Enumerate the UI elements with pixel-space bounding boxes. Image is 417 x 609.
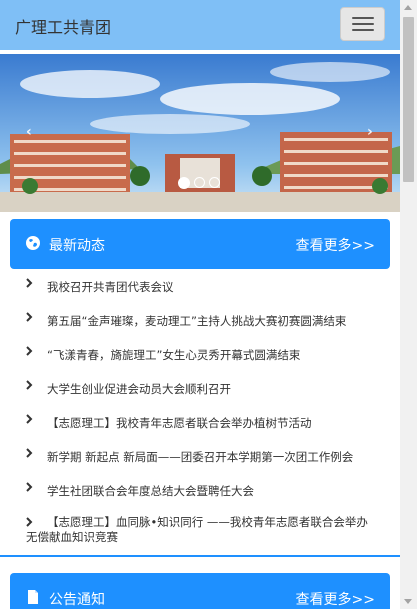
list-item[interactable]: 我校召开共青团代表会议 xyxy=(0,269,400,303)
site-brand[interactable]: 广理工共青团 xyxy=(15,14,111,38)
list-item[interactable]: 大学生创业促进会动员大会顺利召开 xyxy=(0,371,400,405)
news-item-title: 【志愿理工】血同脉•知识同行 ——我校青年志愿者联合会举办无偿献血知识竞赛 xyxy=(26,515,368,544)
news-item-title: “飞漾青春，旖旎理工”女生心灵秀开幕式圆满结束 xyxy=(47,348,301,362)
document-icon xyxy=(25,589,41,605)
news-item-title: 新学期 新起点 新局面——团委召开本学期第一次团工作例会 xyxy=(47,450,354,464)
carousel-indicators xyxy=(178,177,220,189)
notice-more-link[interactable]: 查看更多>> xyxy=(296,589,375,609)
news-item-title: 我校召开共青团代表会议 xyxy=(47,280,174,294)
chevron-right-icon xyxy=(26,380,33,390)
carousel-indicator-1[interactable] xyxy=(178,177,190,189)
list-item[interactable]: “飞漾青春，旖旎理工”女生心灵秀开幕式圆满结束 xyxy=(0,337,400,371)
news-panel-title: 最新动态 xyxy=(49,238,105,254)
list-item[interactable]: 新学期 新起点 新局面——团委召开本学期第一次团工作例会 xyxy=(0,439,400,473)
section-divider xyxy=(0,555,400,557)
chevron-right-icon xyxy=(26,346,33,356)
scrollbar[interactable] xyxy=(400,0,417,609)
chevron-right-icon xyxy=(26,414,33,424)
notice-panel-header: 公告通知 查看更多>> xyxy=(10,573,390,609)
nav-toggle-button[interactable] xyxy=(340,7,385,41)
news-item-title: 学生社团联合会年度总结大会暨聘任大会 xyxy=(47,484,254,498)
chevron-right-icon xyxy=(26,448,33,458)
notice-panel-title: 公告通知 xyxy=(49,592,105,608)
news-more-link[interactable]: 查看更多>> xyxy=(296,235,375,255)
globe-icon xyxy=(25,235,41,251)
list-item[interactable]: 【志愿理工】血同脉•知识同行 ——我校青年志愿者联合会举办无偿献血知识竞赛 xyxy=(0,515,400,557)
chevron-right-icon[interactable]: › xyxy=(367,124,373,140)
chevron-right-icon xyxy=(26,312,33,322)
image-carousel[interactable]: ‹ › xyxy=(0,54,400,212)
carousel-indicator-2[interactable] xyxy=(194,177,205,188)
news-item-title: 第五届“金声璀璨，麦动理工”主持人挑战大赛初赛圆满结束 xyxy=(47,314,347,328)
scroll-down-arrow-icon[interactable] xyxy=(404,599,412,604)
chevron-left-icon[interactable]: ‹ xyxy=(26,124,32,140)
chevron-right-icon xyxy=(26,278,33,288)
carousel-indicator-3[interactable] xyxy=(209,177,220,188)
scrollbar-thumb[interactable] xyxy=(403,17,414,182)
list-item[interactable]: 第五届“金声璀璨，麦动理工”主持人挑战大赛初赛圆满结束 xyxy=(0,303,400,337)
list-item[interactable]: 【志愿理工】我校青年志愿者联合会举办植树节活动 xyxy=(0,405,400,439)
news-item-title: 【志愿理工】我校青年志愿者联合会举办植树节活动 xyxy=(47,416,312,430)
news-panel-header: 最新动态 查看更多>> xyxy=(10,219,390,269)
list-item[interactable]: 学生社团联合会年度总结大会暨聘任大会 xyxy=(0,473,400,507)
chevron-right-icon xyxy=(26,482,33,492)
navbar: 广理工共青团 xyxy=(0,0,400,50)
scroll-up-arrow-icon[interactable] xyxy=(404,5,412,10)
news-list: 我校召开共青团代表会议 第五届“金声璀璨，麦动理工”主持人挑战大赛初赛圆满结束 … xyxy=(0,269,400,557)
news-item-title: 大学生创业促进会动员大会顺利召开 xyxy=(47,382,231,396)
